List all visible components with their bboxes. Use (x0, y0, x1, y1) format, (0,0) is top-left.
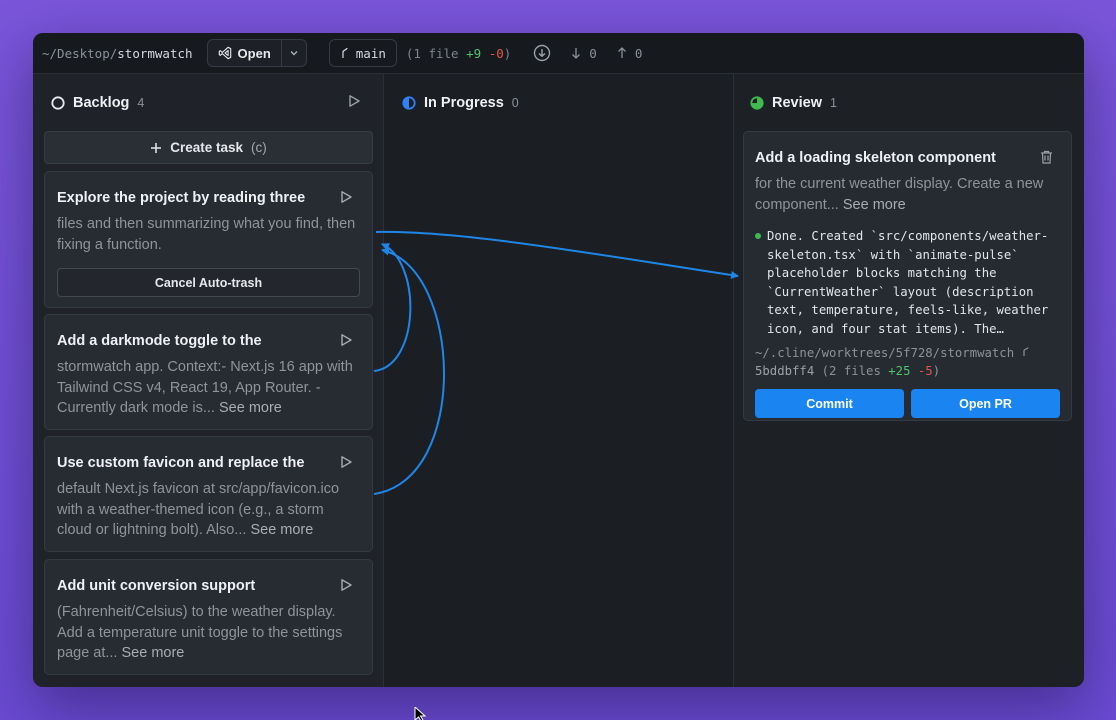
play-icon (349, 95, 360, 107)
play-icon (341, 579, 352, 591)
review-header: Review 1 (734, 74, 1084, 132)
ahead-count: 0 (634, 45, 643, 61)
see-more-link[interactable]: See more (219, 400, 282, 416)
shortcut-hint: (c) (251, 140, 267, 155)
see-more-link[interactable]: See more (122, 645, 185, 661)
project-name: stormwatch (117, 45, 193, 61)
task-card[interactable]: Use custom favicon and replace the defau… (44, 436, 373, 552)
task-description: default Next.js favicon at src/app/favic… (57, 481, 340, 538)
backlog-column: Backlog 4 Create task (c) Explore the pr… (33, 74, 384, 687)
task-title: Use custom favicon and replace the (57, 455, 305, 471)
open-in-editor-button[interactable]: Open (208, 40, 282, 66)
behind-count: 0 (589, 45, 597, 61)
in-progress-column: In Progress 0 (384, 74, 734, 687)
fetch-button[interactable] (533, 44, 551, 62)
top-bar: ~/Desktop/stormwatch Open main (1 file +… (33, 33, 1084, 74)
uncommitted-changes: (1 file +9 -0) (405, 45, 512, 61)
trash-icon (1041, 150, 1052, 164)
start-task-button[interactable] (339, 455, 353, 474)
branch-selector[interactable]: main (328, 39, 397, 67)
delete-task-button[interactable] (1040, 150, 1053, 169)
review-title: Review (772, 95, 822, 111)
create-task-button[interactable]: Create task (c) (44, 131, 373, 164)
backlog-header: Backlog 4 (33, 74, 383, 132)
task-description: files and then summarizing what you find… (57, 216, 356, 253)
mouse-cursor-icon (414, 707, 427, 720)
review-task-card[interactable]: Add a loading skeleton component for the… (743, 131, 1072, 421)
pull-counter[interactable]: 0 (571, 46, 597, 61)
task-title: Add a loading skeleton component (755, 150, 996, 166)
task-title: Explore the project by reading three (57, 190, 306, 206)
plus-icon (151, 142, 162, 153)
half-circle-icon (402, 96, 416, 110)
open-pr-button[interactable]: Open PR (911, 389, 1060, 418)
commit-button[interactable]: Commit (755, 389, 904, 418)
arrow-down-icon (572, 48, 581, 59)
review-count: 1 (829, 96, 837, 110)
worktree-path: ~/.cline/worktrees/5f728/stormwatch (755, 346, 1015, 360)
see-more-link[interactable]: See more (843, 197, 906, 213)
cancel-auto-trash-button[interactable]: Cancel Auto-trash (57, 268, 360, 297)
run-backlog-button[interactable] (347, 94, 361, 113)
git-branch-icon (1022, 347, 1029, 356)
backlog-circle-icon (51, 96, 65, 110)
app-window: ~/Desktop/stormwatch Open main (1 file +… (33, 33, 1084, 687)
agent-summary: Done. Created `src/components/weather- s… (755, 227, 1060, 338)
download-circle-icon (534, 44, 551, 62)
worktree-info: ~/.cline/worktrees/5f728/stormwatch 5bdd… (755, 344, 1060, 380)
branch-name: main (355, 45, 386, 61)
backlog-count: 4 (137, 96, 145, 110)
in-progress-count: 0 (511, 96, 519, 110)
play-icon (341, 334, 352, 346)
push-counter[interactable]: 0 (617, 45, 643, 61)
commit-hash: 5bddbff4 (755, 364, 815, 378)
review-progress-icon (750, 96, 764, 110)
task-title: Add unit conversion support (57, 578, 256, 594)
backlog-title: Backlog (73, 95, 130, 111)
task-title: Add a darkmode toggle to the (57, 333, 262, 349)
task-description: (Fahrenheit/Celsius) to the weather disp… (57, 604, 343, 661)
task-description: for the current weather display. Create … (755, 176, 1044, 213)
arrow-up-icon (617, 47, 626, 58)
git-branch-icon (342, 47, 348, 58)
task-card[interactable]: Explore the project by reading three fil… (44, 171, 373, 308)
open-options-dropdown[interactable] (282, 40, 306, 66)
project-path: ~/Desktop/stormwatch (42, 45, 193, 61)
vscode-icon (218, 46, 231, 60)
task-card[interactable]: Add a darkmode toggle to the stormwatch … (44, 314, 373, 430)
review-column: Review 1 Add a loading skeleton componen… (734, 74, 1084, 687)
chevron-down-icon (290, 51, 298, 56)
status-dot (755, 233, 761, 239)
start-task-button[interactable] (339, 333, 353, 352)
task-card[interactable]: Add unit conversion support (Fahrenheit/… (44, 559, 373, 675)
start-task-button[interactable] (339, 190, 353, 209)
play-icon (341, 456, 352, 468)
in-progress-title: In Progress (424, 95, 504, 111)
play-icon (341, 191, 352, 203)
see-more-link[interactable]: See more (250, 522, 313, 538)
open-button-group: Open (206, 39, 307, 67)
task-description: stormwatch app. Context:- Next.js 16 app… (57, 359, 353, 416)
start-task-button[interactable] (339, 578, 353, 597)
in-progress-header: In Progress 0 (384, 74, 733, 132)
open-label: Open (237, 45, 271, 61)
